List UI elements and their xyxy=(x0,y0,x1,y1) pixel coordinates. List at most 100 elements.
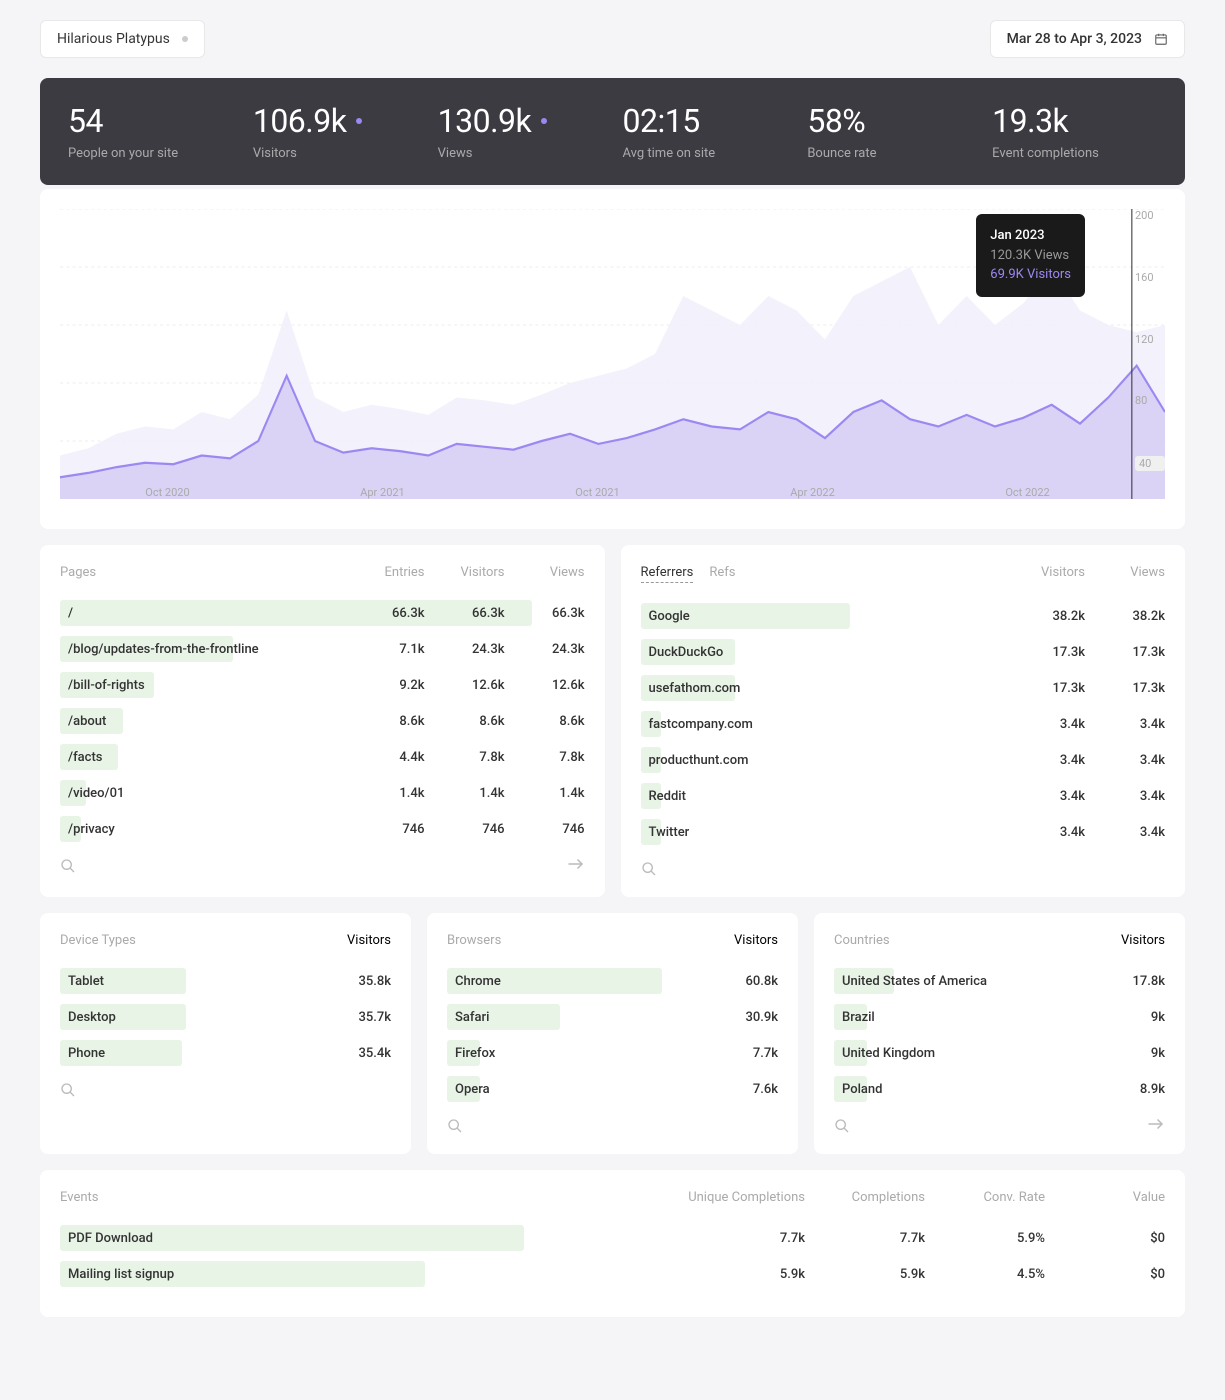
cell-value: 30.9k xyxy=(728,1010,778,1025)
tab-referrers[interactable]: Referrers xyxy=(641,565,694,583)
search-icon[interactable] xyxy=(834,1118,850,1134)
table-row[interactable]: Firefox7.7k xyxy=(447,1040,778,1066)
stat-item[interactable]: 02:15Avg time on site xyxy=(622,102,787,161)
row-label: Phone xyxy=(60,1046,105,1061)
y-tick: 80 xyxy=(1135,394,1165,407)
cell-value: 746 xyxy=(455,822,505,837)
cell-value: 1.4k xyxy=(455,786,505,801)
table-row[interactable]: /privacy746746746 xyxy=(60,816,585,842)
search-icon[interactable] xyxy=(447,1118,463,1134)
cell-value: 8.6k xyxy=(375,714,425,729)
events-panel: Events Unique CompletionsCompletionsConv… xyxy=(40,1170,1185,1317)
table-row[interactable]: Google 38.2k 38.2k xyxy=(641,603,1166,629)
cell-value: 38.2k xyxy=(1115,609,1165,624)
arrow-right-icon[interactable] xyxy=(567,858,585,870)
table-row[interactable]: producthunt.com3.4k3.4k xyxy=(641,747,1166,773)
cell-value: 38.2k xyxy=(1035,609,1085,624)
table-row[interactable]: Mailing list signup5.9k5.9k4.5%$0 xyxy=(60,1261,1165,1287)
referrers-panel: ReferrersRefs VisitorsViews Google38.2k3… xyxy=(621,545,1186,897)
table-row[interactable]: Twitter3.4k3.4k xyxy=(641,819,1166,845)
col-header: Conv. Rate xyxy=(955,1190,1045,1205)
cell-value: 12.6k xyxy=(455,678,505,693)
cell-value: 17.3k xyxy=(1035,681,1085,696)
col-header: Views xyxy=(535,565,585,580)
chart-x-axis: Oct 2020Apr 2021Oct 2021Apr 2022Oct 2022 xyxy=(60,486,1135,499)
y-tick: 160 xyxy=(1135,271,1165,284)
cell-value: 7.7k xyxy=(715,1231,805,1246)
table-row[interactable]: /bill-of-rights9.2k12.6k12.6k xyxy=(60,672,585,698)
stat-item[interactable]: 54 People on your site xyxy=(68,102,233,161)
cell-value: 5.9% xyxy=(955,1231,1045,1246)
search-icon[interactable] xyxy=(60,1082,76,1098)
table-row[interactable]: United Kingdom9k xyxy=(834,1040,1165,1066)
pages-panel: Pages EntriesVisitorsViews /66.3k66.3k66… xyxy=(40,545,605,897)
search-icon[interactable] xyxy=(641,861,657,877)
row-label: PDF Download xyxy=(60,1231,153,1246)
table-row[interactable]: Brazil9k xyxy=(834,1004,1165,1030)
tooltip-visitors: 69.9K Visitors xyxy=(990,265,1071,285)
table-row[interactable]: Phone35.4k xyxy=(60,1040,391,1066)
cell-value: 5.9k xyxy=(715,1267,805,1282)
table-row[interactable]: Safari30.9k xyxy=(447,1004,778,1030)
y-tick: 200 xyxy=(1135,209,1165,222)
stat-label: People on your site xyxy=(68,146,233,161)
table-row[interactable]: /about8.6k8.6k8.6k xyxy=(60,708,585,734)
row-label: /bill-of-rights xyxy=(60,678,145,693)
row-label: DuckDuckGo xyxy=(641,645,724,660)
stat-value: 19.3k xyxy=(992,102,1157,140)
panel-title: Browsers xyxy=(447,933,501,948)
row-label: Chrome xyxy=(447,974,501,989)
tab-refs[interactable]: Refs xyxy=(709,565,735,583)
cell-value: 12.6k xyxy=(535,678,585,693)
cell-value: 17.3k xyxy=(1115,645,1165,660)
status-dot-icon xyxy=(182,36,188,42)
stat-value: 54 xyxy=(68,102,233,140)
cell-value: 4.4k xyxy=(375,750,425,765)
row-label: Twitter xyxy=(641,825,690,840)
cell-value: $0 xyxy=(1075,1231,1165,1246)
table-row[interactable]: Reddit3.4k3.4k xyxy=(641,783,1166,809)
cell-value: 9k xyxy=(1115,1046,1165,1061)
cell-value: 1.4k xyxy=(535,786,585,801)
cell-value: 35.8k xyxy=(341,974,391,989)
stat-label: Event completions xyxy=(992,146,1157,161)
row-label: Mailing list signup xyxy=(60,1267,174,1282)
table-row[interactable]: United States of America17.8k xyxy=(834,968,1165,994)
chart-y-axis: 2001601208040 xyxy=(1135,209,1165,471)
table-row[interactable]: Desktop35.7k xyxy=(60,1004,391,1030)
cell-value: 66.3k xyxy=(535,606,585,621)
date-range-selector[interactable]: Mar 28 to Apr 3, 2023 xyxy=(990,20,1185,58)
cell-value: 1.4k xyxy=(375,786,425,801)
cell-value: 17.8k xyxy=(1115,974,1165,989)
indicator-dot-icon xyxy=(356,118,362,124)
table-row[interactable]: /66.3k66.3k66.3k xyxy=(60,600,585,626)
arrow-right-icon[interactable] xyxy=(1147,1118,1165,1130)
stat-item[interactable]: 130.9kViews xyxy=(438,102,603,161)
table-row[interactable]: PDF Download7.7k7.7k5.9%$0 xyxy=(60,1225,1165,1251)
table-row[interactable]: DuckDuckGo17.3k17.3k xyxy=(641,639,1166,665)
panel-title: Events xyxy=(60,1190,98,1205)
stat-item[interactable]: 19.3k Event completions xyxy=(992,102,1157,161)
stat-label: Visitors xyxy=(253,146,418,161)
stat-value: 58% xyxy=(807,102,972,140)
cell-value: $0 xyxy=(1075,1267,1165,1282)
stat-item[interactable]: 58%Bounce rate xyxy=(807,102,972,161)
table-row[interactable]: /blog/updates-from-the-frontline7.1k24.3… xyxy=(60,636,585,662)
table-row[interactable]: Chrome60.8k xyxy=(447,968,778,994)
table-row[interactable]: Tablet35.8k xyxy=(60,968,391,994)
table-row[interactable]: /facts4.4k7.8k7.8k xyxy=(60,744,585,770)
site-selector[interactable]: Hilarious Platypus xyxy=(40,20,205,58)
row-label: Reddit xyxy=(641,789,686,804)
main-chart-card: 2001601208040 Oct 2020Apr 2021Oct 2021Ap… xyxy=(40,189,1185,529)
table-row[interactable]: Poland8.9k xyxy=(834,1076,1165,1102)
col-header: Value xyxy=(1075,1190,1165,1205)
table-row[interactable]: /video/011.4k1.4k1.4k xyxy=(60,780,585,806)
search-icon[interactable] xyxy=(60,858,76,874)
row-label: Google xyxy=(641,609,690,624)
stat-item[interactable]: 106.9kVisitors xyxy=(253,102,418,161)
col-header: Visitors xyxy=(455,565,505,580)
table-row[interactable]: Opera7.6k xyxy=(447,1076,778,1102)
table-row[interactable]: usefathom.com17.3k17.3k xyxy=(641,675,1166,701)
col-header: Entries xyxy=(375,565,425,580)
table-row[interactable]: fastcompany.com3.4k3.4k xyxy=(641,711,1166,737)
